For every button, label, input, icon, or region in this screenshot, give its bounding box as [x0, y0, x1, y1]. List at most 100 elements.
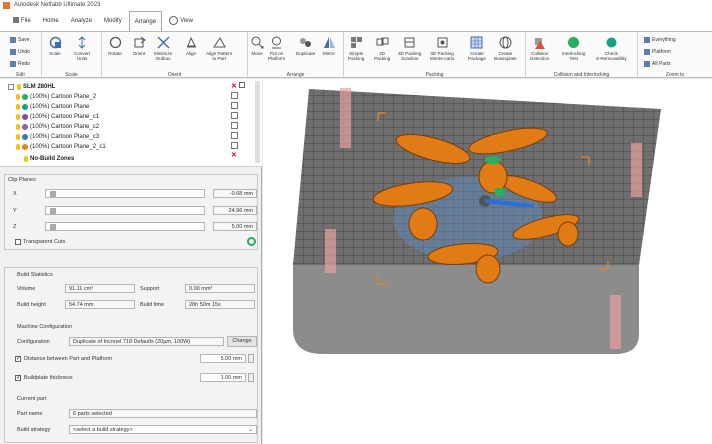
orient-button[interactable]: Orient [132, 36, 146, 56]
button-label: Detection [530, 56, 550, 61]
z-clip-slider[interactable] [45, 222, 205, 231]
y-clip-slider[interactable] [45, 206, 205, 215]
export-icon[interactable] [238, 82, 245, 88]
3d-packing-scanline-button[interactable]: 3D Packing Scanline [398, 36, 422, 61]
slider-thumb[interactable] [50, 191, 56, 197]
build-strategy-select[interactable]: <select a build strategy> ⌄ [69, 425, 257, 434]
scale-button[interactable]: Scale [48, 36, 62, 56]
part-icon [22, 104, 28, 110]
group-edit: Save Undo Redo Edit [0, 32, 42, 79]
properties-icon[interactable] [231, 102, 238, 109]
minimize-outbox-button[interactable]: Minimize Outbox [154, 36, 172, 61]
collapse-icon[interactable] [8, 84, 14, 90]
tab-file[interactable]: File [8, 11, 36, 31]
tree-item[interactable]: (100%) Cartoon Plane_c2 [16, 122, 99, 132]
align-button[interactable]: Align [184, 36, 198, 56]
tree-item[interactable]: (100%) Cartoon Plane_c1 [16, 112, 99, 122]
duplicate-button[interactable]: Duplicate [296, 36, 315, 56]
rotate-button[interactable]: Rotate [108, 36, 122, 56]
volume-value: 91.11 cm³ [65, 284, 135, 293]
mirror-button[interactable]: Mirror [322, 36, 336, 56]
zoom-platform-button[interactable]: Platform [644, 49, 671, 55]
simple-packing-button[interactable]: Simple Packing [348, 36, 364, 61]
tree-item[interactable]: (100%) Cartoon Plane_2 [16, 92, 96, 102]
buildplate-spinner[interactable] [248, 373, 254, 382]
x-clip-slider[interactable] [45, 189, 205, 198]
properties-icon[interactable] [231, 132, 238, 139]
tree-item[interactable]: (100%) Cartoon Plane [16, 102, 89, 112]
tab-home[interactable]: Home [38, 11, 64, 31]
convert-units-button[interactable]: Convert Units [74, 36, 90, 61]
group-orient: Rotate Orient Minimize Outbox Align Align… [102, 32, 248, 79]
collision-detection-button[interactable]: Collision Detection [530, 36, 549, 61]
move-icon [250, 36, 264, 49]
create-bosesplate-button[interactable]: Create Bosesplate [494, 36, 517, 61]
visibility-bulb-icon[interactable] [16, 124, 20, 130]
2d-packing-icon [375, 36, 389, 49]
visibility-bulb-icon[interactable] [16, 144, 20, 150]
tree-item[interactable]: (100%) Cartoon Plane_2_c1 [16, 142, 106, 152]
y-clip-value[interactable]: 24.96 mm [213, 206, 257, 215]
interlocking-test-button[interactable]: Interlocking Test [562, 36, 586, 61]
distance-input[interactable]: 5.00 mm [200, 354, 246, 363]
part-name-label: Part name [17, 411, 43, 417]
properties-icon[interactable] [231, 142, 238, 149]
3d-packing-montecarlo-button[interactable]: 3D Packing Monte-carlo [430, 36, 454, 61]
put-on-platform-button[interactable]: Put on Platform [268, 36, 285, 61]
buildplate-checkbox[interactable]: ✓ [15, 375, 21, 381]
tab-view[interactable]: View [164, 11, 198, 31]
visibility-bulb-icon[interactable] [16, 94, 20, 100]
zoom-all-parts-button[interactable]: All Parts [644, 61, 671, 67]
zoom-everything-button[interactable]: Everything [644, 37, 676, 43]
properties-icon[interactable] [231, 92, 238, 99]
transparent-cuts-checkbox[interactable] [15, 239, 21, 245]
create-package-button[interactable]: Create Package [468, 36, 486, 61]
scale-icon [48, 36, 62, 49]
distance-spinner[interactable] [248, 354, 254, 363]
visibility-bulb-icon[interactable] [16, 134, 20, 140]
tab-analyze[interactable]: Analyze [66, 11, 97, 31]
tree-root[interactable]: SLM 280HL [8, 82, 55, 92]
remove-part-icon[interactable]: ✕ [231, 152, 237, 159]
tree-root-label: SLM 280HL [23, 84, 56, 90]
move-button[interactable]: Move [250, 36, 264, 56]
slider-thumb[interactable] [50, 224, 56, 230]
z-axis-label: Z [13, 224, 17, 230]
tab-arrange[interactable]: Arrange [128, 11, 163, 31]
change-button[interactable]: Change [227, 336, 257, 347]
part-name-value: 6 parts selected [69, 409, 257, 418]
align-pattern-button[interactable]: Align Pattern to Part [206, 36, 232, 61]
refresh-icon[interactable] [247, 237, 256, 246]
3d-viewport[interactable] [263, 79, 712, 444]
visibility-bulb-icon[interactable] [16, 114, 20, 120]
save-button[interactable]: Save [10, 37, 29, 43]
slider-thumb[interactable] [50, 208, 56, 214]
tree-item-no-build-zones[interactable]: No-Build Zones [24, 154, 74, 164]
visibility-bulb-icon[interactable] [16, 104, 20, 110]
properties-icon[interactable] [231, 112, 238, 119]
tree-scrollbar[interactable] [255, 81, 260, 163]
distance-checkbox[interactable]: ✓ [15, 356, 21, 362]
tree-item[interactable]: (100%) Cartoon Plane_c3 [16, 132, 99, 142]
tab-modify[interactable]: Modify [99, 11, 127, 31]
button-label: Move [251, 51, 263, 56]
buildplate-input[interactable]: 1.00 mm [200, 373, 246, 382]
redo-button[interactable]: Redo [10, 61, 30, 67]
z-clip-value[interactable]: 5.00 mm [213, 222, 257, 231]
properties-icon[interactable] [231, 122, 238, 129]
y-axis-label: Y [13, 208, 17, 214]
2d-packing-button[interactable]: 2D Packing [374, 36, 390, 61]
tab-label: File [21, 18, 31, 24]
delete-icon[interactable]: ✕ [231, 83, 237, 90]
visibility-bulb-icon[interactable] [17, 84, 21, 90]
button-label: Mirror [323, 51, 335, 56]
part-icon [22, 124, 28, 130]
build-time-label: Build time [140, 302, 165, 308]
visibility-bulb-icon[interactable] [24, 156, 28, 162]
check-z-removability-button[interactable]: Check Z-Removability [596, 36, 627, 61]
check-z-removability-icon [604, 36, 618, 49]
undo-button[interactable]: Undo [10, 49, 30, 55]
button-label: Units [76, 56, 88, 61]
x-clip-value[interactable]: -0.68 mm [213, 189, 257, 198]
build-platform-scene[interactable] [263, 79, 712, 444]
